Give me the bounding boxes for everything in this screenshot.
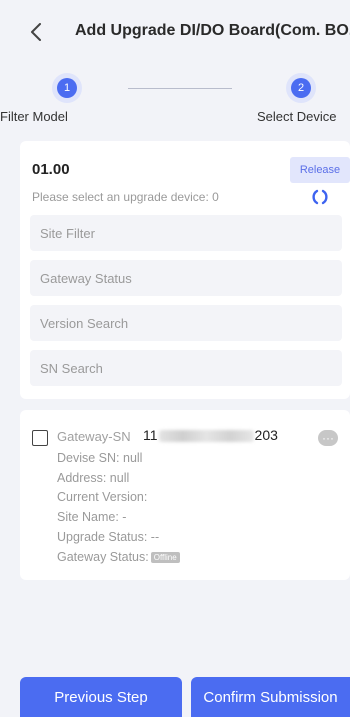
page-title: Add Upgrade DI/DO Board(Com. BO... <box>75 22 350 39</box>
chevron-left-icon <box>31 23 41 41</box>
device-upgrade-status: Upgrade Status: -- <box>57 530 160 544</box>
version-label: 01.00 <box>32 161 70 178</box>
gateway-sn-label: Gateway-SN <box>57 429 131 444</box>
gateway-sn-value: 11 203 <box>143 427 278 443</box>
gateway-sn-suffix: 203 <box>254 427 278 443</box>
step-connector <box>128 88 232 89</box>
stepper: 1 2 Filter Model Select Device <box>0 72 350 132</box>
filter-card: 01.00 Release Please select an upgrade d… <box>20 141 350 399</box>
step-1-indicator: 1 <box>52 73 82 103</box>
device-current-version: Current Version: <box>57 490 148 504</box>
device-site-name: Site Name: - <box>57 510 127 524</box>
step-1-number: 1 <box>57 78 77 98</box>
back-button[interactable] <box>24 20 48 44</box>
redacted-sn-blur <box>158 430 254 443</box>
more-icon[interactable]: ··· <box>318 430 338 446</box>
step-2-number: 2 <box>291 78 311 98</box>
previous-step-button[interactable]: Previous Step <box>20 677 182 717</box>
step-1-label: Filter Model <box>0 109 68 124</box>
device-devise-sn: Devise SN: null <box>57 451 143 465</box>
step-2-label: Select Device <box>257 109 337 124</box>
device-card: Gateway-SN 11 203 ··· Devise SN: null Add… <box>20 410 350 580</box>
selected-count-hint: Please select an upgrade device: 0 <box>32 190 219 204</box>
step-2-indicator: 2 <box>286 73 316 103</box>
sn-search-input[interactable] <box>30 350 342 386</box>
device-address: Address: null <box>57 471 130 485</box>
gateway-status-label: Gateway Status: <box>57 550 149 564</box>
header: Add Upgrade DI/DO Board(Com. BO... <box>0 0 350 64</box>
gateway-status-select[interactable] <box>30 260 342 296</box>
device-gateway-status: Gateway Status: Offline <box>57 550 180 564</box>
device-checkbox[interactable] <box>32 430 48 446</box>
gateway-sn-prefix: 11 <box>143 427 158 443</box>
release-button[interactable]: Release <box>290 157 350 183</box>
refresh-icon[interactable] <box>310 187 330 207</box>
confirm-submission-button[interactable]: Confirm Submission <box>191 677 350 717</box>
version-search-input[interactable] <box>30 305 342 341</box>
offline-badge: Offline <box>150 552 180 564</box>
site-filter-input[interactable] <box>30 215 342 251</box>
